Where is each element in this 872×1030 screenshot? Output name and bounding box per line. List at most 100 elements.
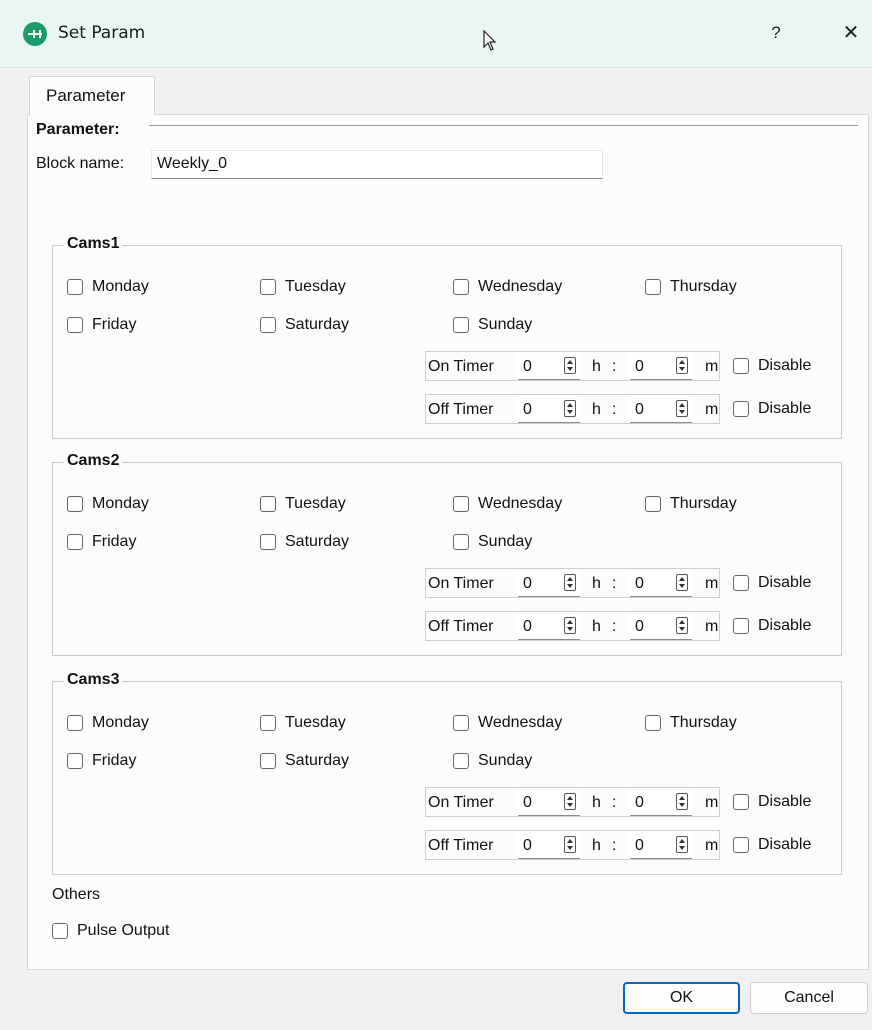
off-disable-checkbox[interactable]: Disable xyxy=(733,836,811,854)
spin-arrows-icon[interactable] xyxy=(676,793,688,810)
checkbox-box[interactable] xyxy=(260,496,276,512)
friday-checkbox[interactable]: Friday xyxy=(67,533,136,551)
checkbox-box[interactable] xyxy=(733,794,749,810)
friday-checkbox[interactable]: Friday xyxy=(67,316,136,334)
monday-checkbox[interactable]: Monday xyxy=(67,714,149,732)
on-minutes-spinbox[interactable]: 0 xyxy=(630,570,692,597)
sunday-checkbox[interactable]: Sunday xyxy=(453,316,532,334)
spin-arrows-icon[interactable] xyxy=(564,574,576,591)
checkbox-box[interactable] xyxy=(67,496,83,512)
sunday-checkbox[interactable]: Sunday xyxy=(453,533,532,551)
on-minutes-spinbox-value[interactable]: 0 xyxy=(635,358,644,376)
minutes-unit: m xyxy=(705,401,719,418)
on-minutes-spinbox[interactable]: 0 xyxy=(630,789,692,816)
thursday-checkbox[interactable]: Thursday xyxy=(645,495,737,513)
spin-arrows-icon[interactable] xyxy=(676,617,688,634)
ok-button[interactable]: OK xyxy=(623,982,740,1014)
pulse-output-checkbox[interactable]: Pulse Output xyxy=(52,922,170,940)
spin-arrows-icon[interactable] xyxy=(564,617,576,634)
checkbox-box[interactable] xyxy=(453,317,469,333)
spin-arrows-icon[interactable] xyxy=(676,400,688,417)
tuesday-checkbox[interactable]: Tuesday xyxy=(260,495,346,513)
spin-arrows-icon[interactable] xyxy=(676,836,688,853)
on-disable-checkbox[interactable]: Disable xyxy=(733,357,811,375)
sunday-checkbox[interactable]: Sunday xyxy=(453,752,532,770)
monday-checkbox[interactable]: Monday xyxy=(67,278,149,296)
friday-checkbox[interactable]: Friday xyxy=(67,752,136,770)
off-hours-spinbox[interactable]: 0 xyxy=(518,396,580,423)
off-disable-checkbox[interactable]: Disable xyxy=(733,617,811,635)
off-minutes-spinbox[interactable]: 0 xyxy=(630,613,692,640)
wednesday-checkbox[interactable]: Wednesday xyxy=(453,278,562,296)
off-hours-spinbox-value[interactable]: 0 xyxy=(523,837,532,855)
checkbox-box[interactable] xyxy=(260,279,276,295)
saturday-checkbox[interactable]: Saturday xyxy=(260,752,349,770)
spin-arrows-icon[interactable] xyxy=(676,574,688,591)
off-hours-spinbox[interactable]: 0 xyxy=(518,832,580,859)
checkbox-box[interactable] xyxy=(67,534,83,550)
on-hours-spinbox[interactable]: 0 xyxy=(518,789,580,816)
checkbox-box[interactable] xyxy=(52,923,68,939)
spin-arrows-icon[interactable] xyxy=(564,793,576,810)
checkbox-box[interactable] xyxy=(67,317,83,333)
checkbox-box[interactable] xyxy=(733,575,749,591)
on-hours-spinbox-value[interactable]: 0 xyxy=(523,358,532,376)
spin-arrows-icon[interactable] xyxy=(564,836,576,853)
wednesday-checkbox[interactable]: Wednesday xyxy=(453,495,562,513)
checkbox-box[interactable] xyxy=(453,715,469,731)
saturday-checkbox[interactable]: Saturday xyxy=(260,533,349,551)
spin-arrows-icon[interactable] xyxy=(564,357,576,374)
checkbox-box[interactable] xyxy=(453,753,469,769)
checkbox-box[interactable] xyxy=(260,753,276,769)
cancel-button[interactable]: Cancel xyxy=(750,982,868,1014)
wednesday-checkbox[interactable]: Wednesday xyxy=(453,714,562,732)
off-minutes-spinbox-value[interactable]: 0 xyxy=(635,618,644,636)
checkbox-box[interactable] xyxy=(453,534,469,550)
checkbox-box[interactable] xyxy=(645,279,661,295)
help-button[interactable]: ? xyxy=(762,18,790,48)
block-name-input[interactable]: Weekly_0 xyxy=(151,150,603,179)
off-disable-checkbox[interactable]: Disable xyxy=(733,400,811,418)
checkbox-box[interactable] xyxy=(67,279,83,295)
spin-arrows-icon[interactable] xyxy=(676,357,688,374)
on-minutes-spinbox-value[interactable]: 0 xyxy=(635,794,644,812)
on-disable-checkbox[interactable]: Disable xyxy=(733,793,811,811)
tuesday-checkbox[interactable]: Tuesday xyxy=(260,714,346,732)
on-hours-spinbox-value[interactable]: 0 xyxy=(523,575,532,593)
checkbox-box[interactable] xyxy=(453,279,469,295)
monday-checkbox[interactable]: Monday xyxy=(67,495,149,513)
tab-parameter[interactable]: Parameter xyxy=(29,76,155,115)
checkbox-box[interactable] xyxy=(260,534,276,550)
checkbox-box[interactable] xyxy=(260,317,276,333)
checkbox-box[interactable] xyxy=(645,496,661,512)
off-minutes-spinbox[interactable]: 0 xyxy=(630,832,692,859)
on-hours-spinbox-value[interactable]: 0 xyxy=(523,794,532,812)
checkbox-box[interactable] xyxy=(645,715,661,731)
on-hours-spinbox[interactable]: 0 xyxy=(518,570,580,597)
off-minutes-spinbox-value[interactable]: 0 xyxy=(635,401,644,419)
saturday-checkbox[interactable]: Saturday xyxy=(260,316,349,334)
on-hours-spinbox[interactable]: 0 xyxy=(518,353,580,380)
checkbox-box[interactable] xyxy=(733,401,749,417)
off-minutes-spinbox-value[interactable]: 0 xyxy=(635,837,644,855)
thursday-checkbox[interactable]: Thursday xyxy=(645,278,737,296)
spin-arrows-icon[interactable] xyxy=(564,400,576,417)
checkbox-box[interactable] xyxy=(67,753,83,769)
checkbox-box[interactable] xyxy=(733,837,749,853)
off-minutes-spinbox[interactable]: 0 xyxy=(630,396,692,423)
on-minutes-spinbox[interactable]: 0 xyxy=(630,353,692,380)
close-button[interactable]: ✕ xyxy=(836,18,866,48)
hours-unit: h xyxy=(592,358,601,375)
off-hours-spinbox-value[interactable]: 0 xyxy=(523,401,532,419)
thursday-checkbox[interactable]: Thursday xyxy=(645,714,737,732)
on-minutes-spinbox-value[interactable]: 0 xyxy=(635,575,644,593)
off-hours-spinbox[interactable]: 0 xyxy=(518,613,580,640)
tuesday-checkbox[interactable]: Tuesday xyxy=(260,278,346,296)
on-disable-checkbox[interactable]: Disable xyxy=(733,574,811,592)
checkbox-box[interactable] xyxy=(733,358,749,374)
checkbox-box[interactable] xyxy=(67,715,83,731)
off-hours-spinbox-value[interactable]: 0 xyxy=(523,618,532,636)
checkbox-box[interactable] xyxy=(260,715,276,731)
checkbox-box[interactable] xyxy=(733,618,749,634)
checkbox-box[interactable] xyxy=(453,496,469,512)
